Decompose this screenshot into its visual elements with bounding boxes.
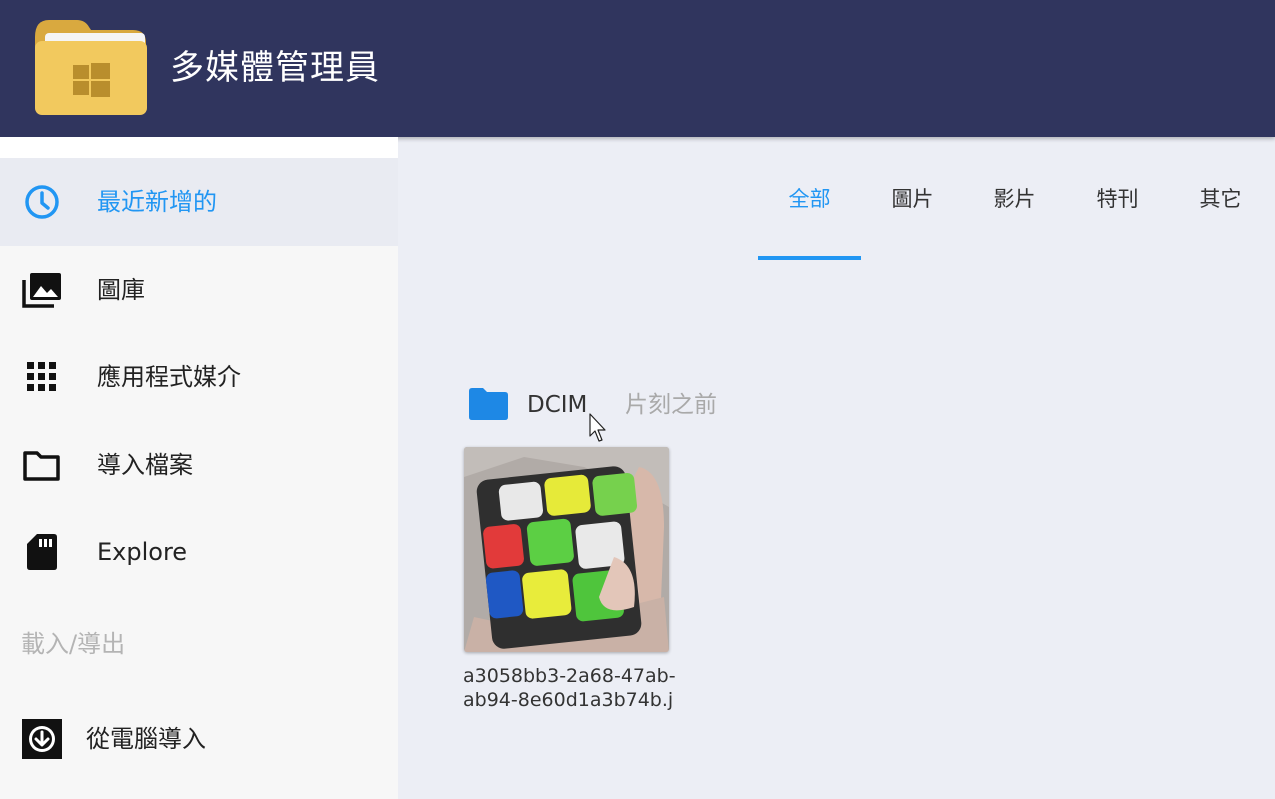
folder-outline-icon	[23, 451, 60, 481]
folder-name[interactable]: DCIM	[527, 388, 587, 422]
mouse-cursor-icon	[589, 413, 606, 442]
sidebar-item-app-media[interactable]: 應用程式媒介	[0, 333, 398, 421]
file-name: a3058bb3-2a68-47ab-ab94-8e60d1a3b74b.j	[463, 665, 676, 711]
image-thumbnail[interactable]	[464, 447, 669, 652]
tab-other[interactable]: 其它	[1169, 182, 1272, 216]
folder-timestamp: 片刻之前	[625, 392, 717, 418]
sidebar-item-label: 導入檔案	[97, 451, 193, 479]
tab-indicator	[758, 256, 861, 260]
sidebar-item-label: 最近新增的	[97, 188, 217, 216]
sidebar-item-gallery[interactable]: 圖庫	[0, 246, 398, 334]
sidebar-item-explore[interactable]: Explore	[0, 508, 398, 596]
photo-library-icon	[22, 273, 61, 308]
apps-grid-icon	[27, 362, 56, 391]
tab-all[interactable]: 全部	[758, 182, 861, 216]
sidebar-item-label: 應用程式媒介	[97, 363, 241, 391]
sd-card-icon	[27, 534, 57, 570]
sidebar-item-label: 從電腦導入	[86, 725, 206, 753]
sidebar: 最近新增的 圖庫 應用程式媒介 導入檔案 Explore 載入/導出 從電腦導入	[0, 137, 398, 799]
sidebar-item-label: 圖庫	[97, 276, 145, 304]
sidebar-header-strip	[0, 137, 398, 158]
sidebar-item-import-files[interactable]: 導入檔案	[0, 421, 398, 509]
app-title: 多媒體管理員	[170, 48, 380, 88]
folder-icon	[469, 388, 508, 420]
tab-images[interactable]: 圖片	[861, 182, 964, 216]
app-bar: 多媒體管理員	[0, 0, 1275, 137]
download-circle-icon	[22, 719, 62, 759]
tab-videos[interactable]: 影片	[963, 182, 1066, 216]
clock-icon	[25, 185, 59, 219]
section-header-import-export: 載入/導出	[21, 630, 126, 658]
rubiks-cube-photo	[464, 447, 669, 652]
sidebar-item-recent[interactable]: 最近新增的	[0, 158, 398, 246]
app-logo-folder-icon	[35, 20, 147, 115]
sidebar-item-import-from-pc[interactable]: 從電腦導入	[0, 695, 398, 783]
sidebar-item-label: Explore	[97, 538, 188, 566]
tab-special[interactable]: 特刊	[1066, 182, 1169, 216]
